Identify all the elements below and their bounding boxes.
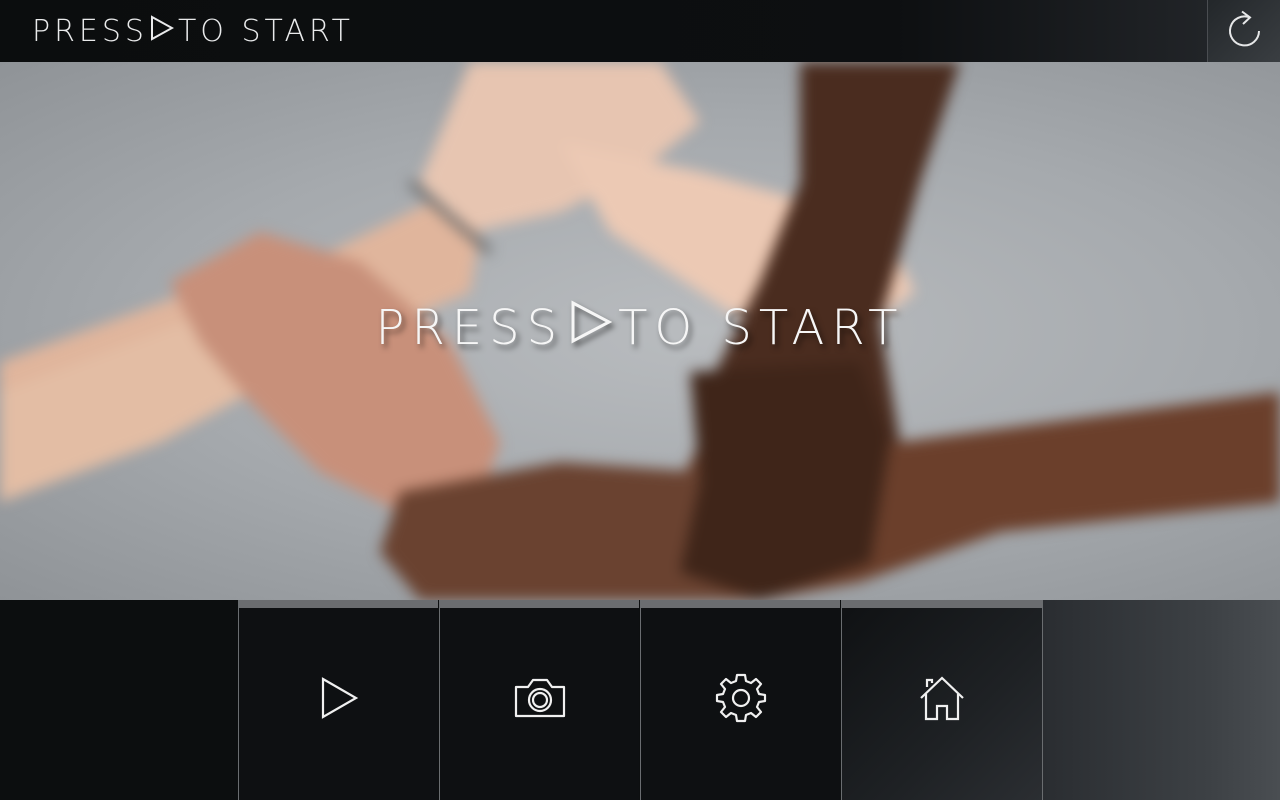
play-icon: [319, 676, 359, 724]
home-button[interactable]: [841, 600, 1043, 800]
hero-title: PRESS TO START: [0, 300, 1280, 356]
home-icon: [918, 674, 966, 726]
camera-icon: [513, 677, 567, 723]
gear-icon: [715, 672, 767, 728]
play-button[interactable]: [238, 600, 438, 800]
settings-button-indicator: [641, 600, 840, 608]
kiosk-screen: PRESS TO START PRESS TO START: [0, 0, 1280, 800]
top-title-to-start: TO START: [177, 13, 355, 49]
top-bar: PRESS TO START: [0, 0, 1280, 62]
top-bar-title: PRESS TO START: [32, 10, 354, 52]
play-outline-icon: [150, 14, 175, 49]
bottom-right-panel: [1043, 600, 1280, 800]
play-button-indicator: [239, 600, 438, 608]
refresh-icon: [1226, 8, 1264, 54]
settings-button[interactable]: [640, 600, 840, 800]
bottom-nav-bar: [0, 600, 1280, 800]
bottom-left-panel: [0, 600, 238, 800]
refresh-button[interactable]: [1207, 0, 1280, 62]
hero-title-press: PRESS: [375, 300, 565, 356]
hero-image[interactable]: PRESS TO START: [0, 62, 1280, 600]
play-outline-icon: [570, 300, 613, 356]
camera-button-indicator: [440, 600, 639, 608]
hero-title-to-start: TO START: [618, 300, 905, 356]
camera-button[interactable]: [439, 600, 639, 800]
top-title-press: PRESS: [32, 13, 148, 49]
home-button-indicator: [842, 600, 1042, 608]
